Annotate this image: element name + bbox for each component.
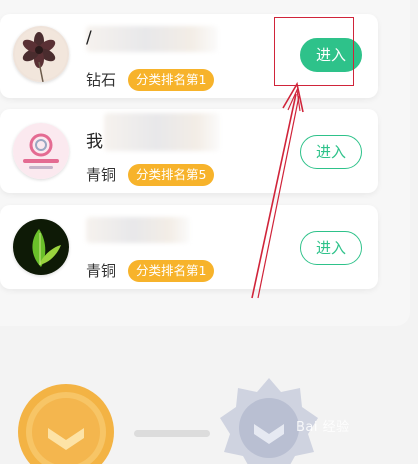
level-progress-track <box>134 430 210 437</box>
name-blurred <box>86 26 218 52</box>
gold-medal-icon <box>14 378 124 464</box>
enter-button[interactable]: 进入 <box>300 135 362 169</box>
watermark: Bai 经验 <box>296 420 350 435</box>
tier-label: 青铜 <box>86 262 117 280</box>
circle-logo-avatar-icon <box>13 123 69 179</box>
rank-badge: 分类排名第1 <box>128 69 215 91</box>
group-card-3[interactable]: 青铜 分类排名第1 进入 <box>0 205 378 289</box>
tier-label: 青铜 <box>86 166 117 184</box>
tier-label: 钻石 <box>86 71 117 89</box>
group-name-initial: 我 <box>86 132 103 152</box>
flower-avatar-icon <box>13 26 69 82</box>
annotation-box <box>274 17 354 86</box>
group-card-2[interactable]: 我 青铜 分类排名第5 进入 <box>0 109 378 193</box>
name-blurred <box>104 113 220 151</box>
rank-badge: 分类排名第5 <box>128 164 215 186</box>
group-name-initial: / <box>86 28 92 48</box>
enter-button[interactable]: 进入 <box>300 231 362 265</box>
group-list-panel: / 钻石 分类排名第1 进入 我 青铜 分类排名第5 进入 青铜 分类排名第1 … <box>0 0 410 326</box>
name-blurred <box>86 217 190 243</box>
rank-badge: 分类排名第1 <box>128 260 215 282</box>
leaf-avatar-icon <box>13 219 69 275</box>
page: / 钻石 分类排名第1 进入 我 青铜 分类排名第5 进入 青铜 分类排名第1 … <box>0 0 418 464</box>
